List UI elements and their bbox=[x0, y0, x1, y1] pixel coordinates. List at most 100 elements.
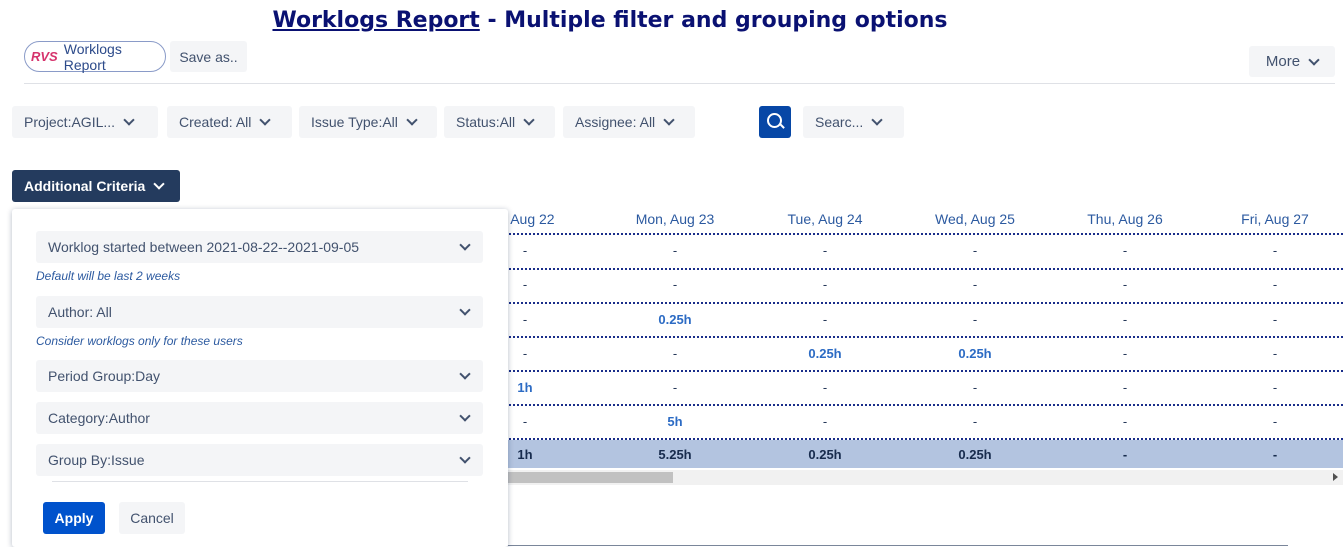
table-cell: - bbox=[1122, 243, 1128, 258]
filter-assignee[interactable]: Assignee: All bbox=[563, 106, 695, 138]
chevron-down-icon bbox=[523, 114, 535, 126]
search-dropdown[interactable]: Searc... bbox=[803, 106, 904, 138]
table-cell[interactable]: 0.25h bbox=[900, 346, 1050, 364]
additional-criteria-button[interactable]: Additional Criteria bbox=[12, 170, 180, 202]
table-cell: - bbox=[672, 380, 678, 395]
table-cell: - bbox=[1122, 414, 1128, 429]
criteria-period-group[interactable]: Period Group:Day bbox=[36, 360, 483, 392]
table-cell: - bbox=[972, 380, 978, 395]
app-logo-icon: RVS bbox=[31, 49, 58, 64]
row-divider bbox=[450, 404, 1343, 406]
criteria-worklog-date[interactable]: Worklog started between 2021-08-22--2021… bbox=[36, 231, 483, 263]
table-cell: - bbox=[1272, 346, 1278, 361]
chevron-down-icon bbox=[663, 114, 675, 126]
row-divider bbox=[450, 370, 1343, 372]
more-button[interactable]: More bbox=[1249, 46, 1335, 77]
table-cell: - bbox=[822, 414, 828, 429]
table-bottom-border bbox=[508, 545, 1288, 546]
table-cell[interactable]: 5h bbox=[600, 414, 750, 432]
column-header: Wed, Aug 25 bbox=[935, 211, 1015, 227]
row-divider bbox=[450, 233, 1343, 235]
criteria-category[interactable]: Category:Author bbox=[36, 402, 483, 434]
criteria-worklog-date-hint: Default will be last 2 weeks bbox=[36, 269, 181, 283]
table-cell[interactable]: 0.25h bbox=[600, 312, 750, 330]
table-cell: - bbox=[972, 243, 978, 258]
table-cell: - bbox=[1122, 380, 1128, 395]
criteria-author-label: Author: All bbox=[48, 304, 112, 320]
column-header: Mon, Aug 23 bbox=[635, 211, 715, 227]
save-as-button[interactable]: Save as.. bbox=[170, 41, 247, 72]
additional-criteria-label: Additional Criteria bbox=[24, 178, 146, 194]
panel-divider bbox=[52, 481, 468, 482]
criteria-author-hint: Consider worklogs only for these users bbox=[36, 334, 243, 348]
table-cell: - bbox=[1122, 346, 1128, 361]
report-selector-button[interactable]: RVS Worklogs Report bbox=[24, 40, 166, 73]
criteria-author[interactable]: Author: All bbox=[36, 296, 483, 328]
total-cell: 0.25h bbox=[808, 447, 842, 462]
filter-project[interactable]: Project:AGIL... bbox=[12, 106, 158, 138]
table-cell: - bbox=[822, 277, 828, 292]
chevron-down-icon bbox=[406, 114, 418, 126]
column-header: Fri, Aug 27 bbox=[1241, 211, 1309, 227]
table-cell: - bbox=[672, 346, 678, 361]
table-cell: - bbox=[1272, 243, 1278, 258]
filter-project-label: Project:AGIL... bbox=[24, 114, 116, 130]
total-cell: - bbox=[1122, 447, 1128, 462]
table-cell: - bbox=[672, 277, 678, 292]
chevron-down-icon bbox=[459, 368, 471, 380]
row-divider bbox=[450, 268, 1343, 270]
total-cell: - bbox=[1272, 447, 1278, 462]
chevron-down-icon bbox=[123, 114, 135, 126]
filter-issue-type[interactable]: Issue Type:All bbox=[299, 106, 437, 138]
table-cell: - bbox=[1272, 312, 1278, 327]
column-header: Tue, Aug 24 bbox=[787, 211, 863, 227]
page-title-rest: - Multiple filter and grouping options bbox=[479, 8, 948, 33]
toolbar-divider bbox=[24, 83, 1335, 84]
row-divider bbox=[450, 336, 1343, 338]
filter-status[interactable]: Status:All bbox=[444, 106, 555, 138]
criteria-period-group-label: Period Group:Day bbox=[48, 368, 161, 384]
filter-issue-type-label: Issue Type:All bbox=[311, 114, 398, 130]
total-cell: 0.25h bbox=[958, 447, 992, 462]
table-cell: - bbox=[822, 380, 828, 395]
cancel-button[interactable]: Cancel bbox=[119, 502, 185, 534]
table-cell: - bbox=[822, 243, 828, 258]
table-cell: - bbox=[972, 277, 978, 292]
table-cell: - bbox=[672, 243, 678, 258]
filter-created[interactable]: Created: All bbox=[167, 106, 292, 138]
table-cell: - bbox=[1122, 312, 1128, 327]
chevron-down-icon bbox=[259, 114, 272, 126]
report-title-link[interactable]: Worklogs Report bbox=[272, 8, 479, 33]
page-title: Worklogs Report - Multiple filter and gr… bbox=[0, 8, 1220, 33]
table-cell[interactable]: 0.25h bbox=[750, 346, 900, 364]
scrollbar-thumb[interactable] bbox=[480, 472, 673, 483]
chevron-down-icon bbox=[459, 304, 471, 316]
criteria-category-label: Category:Author bbox=[48, 410, 150, 426]
criteria-group-by-label: Group By:Issue bbox=[48, 452, 145, 468]
total-cell: 5.25h bbox=[658, 447, 692, 462]
report-selector-label: Worklogs Report bbox=[63, 40, 122, 73]
scroll-right-arrow-icon[interactable] bbox=[1333, 473, 1338, 481]
search-dropdown-label: Searc... bbox=[815, 114, 864, 130]
chevron-down-icon bbox=[459, 239, 471, 251]
chevron-down-icon bbox=[153, 178, 166, 190]
search-button[interactable] bbox=[759, 106, 791, 138]
apply-button[interactable]: Apply bbox=[43, 502, 105, 534]
chevron-down-icon bbox=[871, 114, 883, 126]
chevron-down-icon bbox=[1308, 53, 1320, 66]
column-header: Thu, Aug 26 bbox=[1087, 211, 1163, 227]
chevron-down-icon bbox=[459, 410, 471, 422]
table-cell: - bbox=[1272, 277, 1278, 292]
table-cell: - bbox=[972, 414, 978, 429]
filter-status-label: Status:All bbox=[456, 114, 516, 130]
filter-assignee-label: Assignee: All bbox=[575, 114, 656, 130]
criteria-group-by[interactable]: Group By:Issue bbox=[36, 444, 483, 476]
criteria-worklog-date-label: Worklog started between 2021-08-22--2021… bbox=[48, 239, 360, 255]
table-cell: - bbox=[822, 312, 828, 327]
more-label: More bbox=[1265, 53, 1301, 70]
table-cell: - bbox=[1272, 414, 1278, 429]
table-cell: - bbox=[1272, 380, 1278, 395]
table-cell: - bbox=[1122, 277, 1128, 292]
chevron-down-icon bbox=[459, 452, 471, 464]
table-cell: - bbox=[972, 312, 978, 327]
